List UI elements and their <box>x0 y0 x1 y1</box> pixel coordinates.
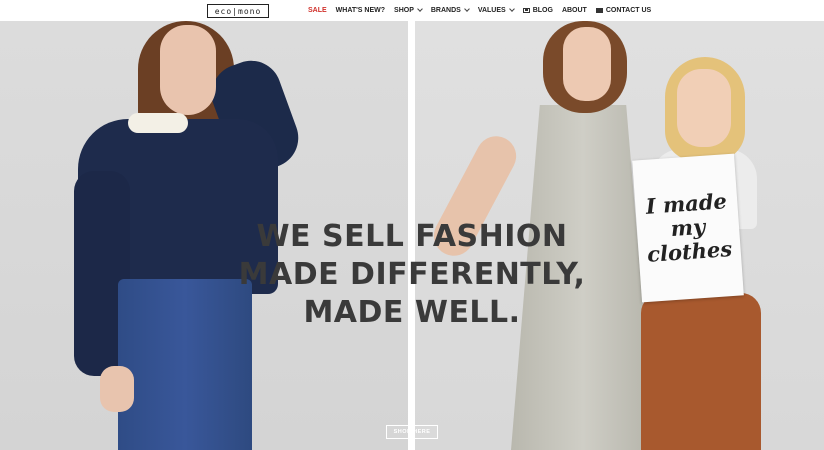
model-face <box>677 69 731 147</box>
envelope-icon <box>595 8 603 13</box>
nav-item-label: BLOG <box>532 7 553 14</box>
main-nav: SALE WHAT'S NEW? SHOP BRANDS VALUES BLOG… <box>308 0 660 21</box>
nav-item-label: CONTACT US <box>605 7 652 14</box>
nav-item-contact-us[interactable]: CONTACT US <box>595 7 652 14</box>
headline-line: MADE DIFFERENTLY, <box>238 257 586 292</box>
hero-headline: WE SELL FASHION MADE DIFFERENTLY, MADE W… <box>160 218 664 332</box>
nav-item-whats-new[interactable]: WHAT'S NEW? <box>336 7 385 14</box>
nav-item-shop[interactable]: SHOP <box>394 6 423 14</box>
chevron-down-icon <box>417 6 423 12</box>
nav-item-about[interactable]: ABOUT <box>562 7 587 14</box>
nav-item-label: WHAT'S NEW? <box>335 7 386 14</box>
chevron-down-icon <box>508 6 515 12</box>
headline-line: MADE WELL. <box>303 295 521 330</box>
nav-item-label: SHOP <box>394 7 414 14</box>
chevron-down-icon <box>463 6 470 12</box>
headline-line: WE SELL FASHION <box>256 219 568 254</box>
model-hand <box>100 366 134 412</box>
nav-item-label: SALE <box>308 7 327 14</box>
nav-item-label: ABOUT <box>561 7 587 14</box>
top-navigation-bar: eco|mono SALE WHAT'S NEW? SHOP BRANDS VA… <box>0 0 824 21</box>
nav-item-label: BRANDS <box>430 7 461 14</box>
nav-item-values[interactable]: VALUES <box>477 6 515 14</box>
model-face <box>563 27 611 101</box>
nav-item-brands[interactable]: BRANDS <box>430 6 470 14</box>
model-face <box>160 25 216 115</box>
shop-here-button[interactable]: SHOP HERE <box>386 425 438 439</box>
site-logo[interactable]: eco|mono <box>207 4 269 18</box>
nav-item-blog[interactable]: BLOG <box>522 7 553 14</box>
nav-item-sale[interactable]: SALE <box>308 7 327 14</box>
white-collar <box>128 113 188 133</box>
image-icon <box>522 8 530 13</box>
nav-item-label: VALUES <box>477 7 506 14</box>
